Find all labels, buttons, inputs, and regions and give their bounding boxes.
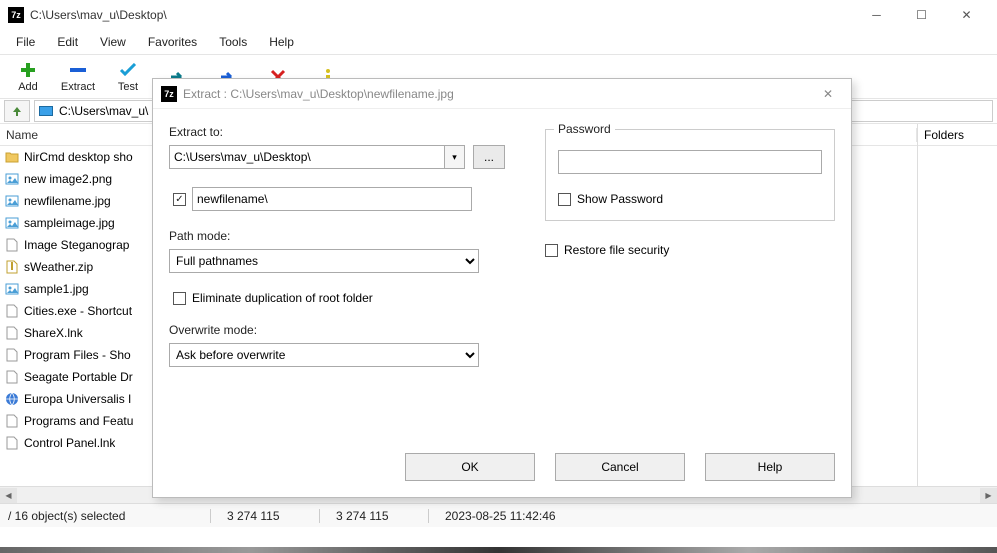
show-password-checkbox[interactable]: [558, 193, 571, 206]
menu-view[interactable]: View: [90, 32, 136, 52]
restore-security-label: Restore file security: [564, 243, 669, 257]
folders-header[interactable]: Folders: [918, 124, 997, 146]
path-mode-label: Path mode:: [169, 229, 505, 243]
file-icon: [4, 369, 20, 385]
file-icon: [4, 237, 20, 253]
dialog-title: Extract : C:\Users\mav_u\Desktop\newfile…: [183, 87, 813, 101]
folder-icon: [4, 149, 20, 165]
file-name: sWeather.zip: [24, 260, 93, 274]
help-button[interactable]: Help: [705, 453, 835, 481]
subfolder-checkbox[interactable]: [173, 193, 186, 206]
file-name: Image Steganograp: [24, 238, 129, 252]
file-name: sampleimage.jpg: [24, 216, 115, 230]
overwrite-label: Overwrite mode:: [169, 323, 505, 337]
subfolder-input[interactable]: [192, 187, 472, 211]
file-name: sample1.jpg: [24, 282, 89, 296]
menubar: File Edit View Favorites Tools Help: [0, 30, 997, 54]
image-icon: [4, 215, 20, 231]
path-text: C:\Users\mav_u\: [59, 104, 148, 118]
maximize-button[interactable]: ☐: [899, 0, 944, 30]
minus-icon: [69, 60, 87, 80]
up-button[interactable]: [4, 100, 30, 122]
menu-favorites[interactable]: Favorites: [138, 32, 207, 52]
scroll-right-button[interactable]: ▶: [980, 488, 997, 503]
check-icon: [119, 60, 137, 80]
taskbar-strip: [0, 547, 997, 553]
menu-file[interactable]: File: [6, 32, 45, 52]
toolbar-add-label: Add: [18, 81, 38, 93]
file-icon: [4, 435, 20, 451]
restore-security-checkbox[interactable]: [545, 244, 558, 257]
toolbar-add[interactable]: Add: [4, 60, 52, 93]
plus-icon: [19, 60, 37, 80]
browse-button[interactable]: ...: [473, 145, 505, 169]
scroll-left-button[interactable]: ◀: [0, 488, 17, 503]
status-selection: / 16 object(s) selected: [0, 509, 210, 523]
extract-dialog: 7z Extract : C:\Users\mav_u\Desktop\newf…: [152, 78, 852, 498]
password-input[interactable]: [558, 150, 822, 174]
app-icon: 7z: [8, 7, 24, 23]
file-name: Programs and Featu: [24, 414, 133, 428]
status-date: 2023-08-25 11:42:46: [437, 509, 564, 523]
file-icon: [4, 325, 20, 341]
window-title: C:\Users\mav_u\Desktop\: [30, 8, 854, 22]
image-icon: [4, 281, 20, 297]
cancel-button[interactable]: Cancel: [555, 453, 685, 481]
file-icon: [4, 347, 20, 363]
dialog-app-icon: 7z: [161, 86, 177, 102]
extract-to-input[interactable]: [169, 145, 445, 169]
file-name: new image2.png: [24, 172, 112, 186]
toolbar-test[interactable]: Test: [104, 60, 152, 93]
file-icon: [4, 413, 20, 429]
extract-to-dropdown[interactable]: ▾: [445, 145, 465, 169]
file-name: newfilename.jpg: [24, 194, 111, 208]
close-button[interactable]: ✕: [944, 0, 989, 30]
zip-icon: [4, 259, 20, 275]
menu-edit[interactable]: Edit: [47, 32, 88, 52]
extract-to-label: Extract to:: [169, 125, 505, 139]
file-name: Europa Universalis I: [24, 392, 131, 406]
path-mode-select[interactable]: Full pathnames: [169, 249, 479, 273]
file-name: NirCmd desktop sho: [24, 150, 133, 164]
file-name: Program Files - Sho: [24, 348, 131, 362]
globe-icon: [4, 391, 20, 407]
file-name: Cities.exe - Shortcut: [24, 304, 132, 318]
toolbar-test-label: Test: [118, 81, 138, 93]
status-size2: 3 274 115: [328, 509, 428, 523]
toolbar-extract[interactable]: Extract: [54, 60, 102, 93]
ok-button[interactable]: OK: [405, 453, 535, 481]
file-name: Control Panel.lnk: [24, 436, 115, 450]
eliminate-label: Eliminate duplication of root folder: [192, 291, 373, 305]
image-icon: [4, 193, 20, 209]
monitor-icon: [39, 106, 53, 116]
minimize-button[interactable]: ─: [854, 0, 899, 30]
toolbar-extract-label: Extract: [61, 81, 95, 93]
overwrite-select[interactable]: Ask before overwrite: [169, 343, 479, 367]
dialog-close-button[interactable]: ✕: [813, 87, 843, 101]
menu-tools[interactable]: Tools: [209, 32, 257, 52]
file-icon: [4, 303, 20, 319]
password-label: Password: [554, 122, 615, 136]
image-icon: [4, 171, 20, 187]
show-password-label: Show Password: [577, 192, 663, 206]
eliminate-checkbox[interactable]: [173, 292, 186, 305]
file-name: Seagate Portable Dr: [24, 370, 133, 384]
file-name: ShareX.lnk: [24, 326, 83, 340]
status-size1: 3 274 115: [219, 509, 319, 523]
menu-help[interactable]: Help: [259, 32, 304, 52]
